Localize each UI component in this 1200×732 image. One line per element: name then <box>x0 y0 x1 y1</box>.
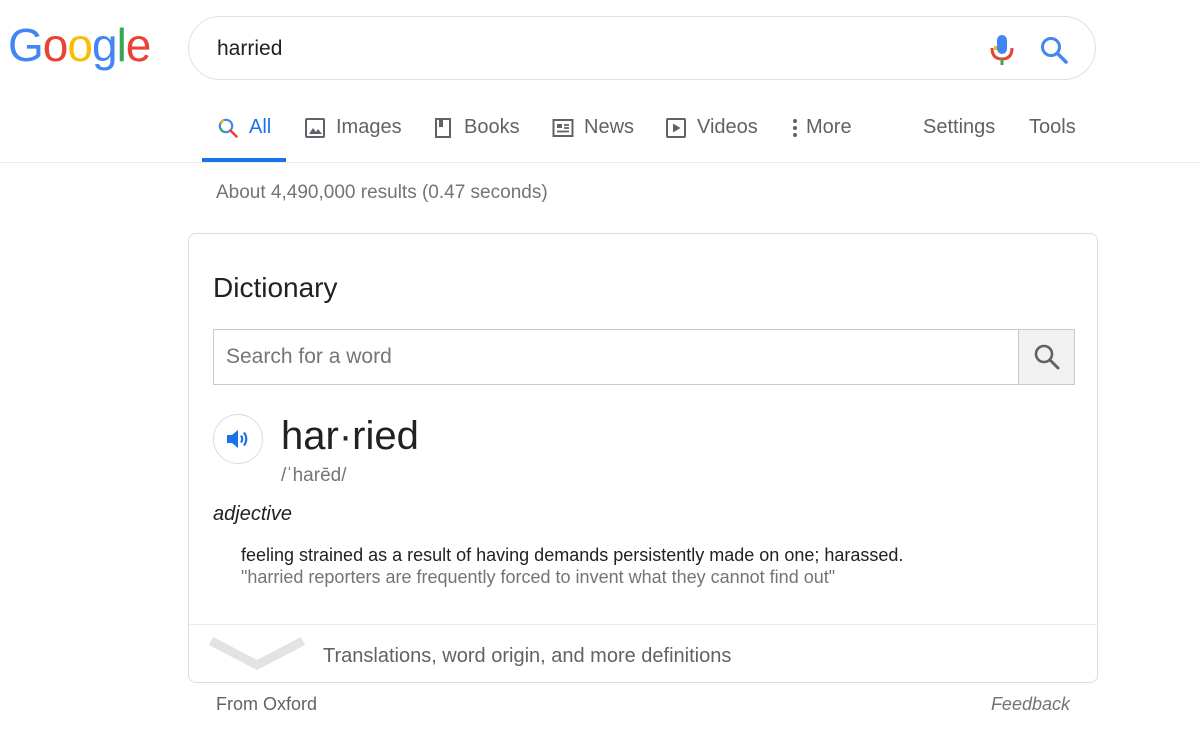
definition: feeling strained as a result of having d… <box>241 545 904 565</box>
dictionary-search-button[interactable] <box>1018 330 1074 384</box>
tab-videos[interactable]: Videos <box>665 116 758 162</box>
search-query[interactable]: harried <box>217 37 282 61</box>
settings-link[interactable]: Settings <box>923 116 995 162</box>
tab-label: Videos <box>697 116 758 138</box>
tools-label: Tools <box>1029 116 1076 138</box>
dictionary-search <box>213 329 1075 385</box>
tab-label: News <box>584 116 635 138</box>
logo-letter: o <box>42 19 69 71</box>
tab-images[interactable]: Images <box>304 116 402 162</box>
book-icon <box>435 118 451 138</box>
feedback-link[interactable]: Feedback <box>991 694 1070 715</box>
tools-link[interactable]: Tools <box>1029 116 1076 162</box>
phonetic-spelling: /ˈharēd/ <box>281 465 347 486</box>
tab-label: All <box>249 116 272 138</box>
play-icon <box>666 118 686 138</box>
pronunciation-button[interactable] <box>213 414 263 464</box>
newspaper-icon <box>552 119 574 137</box>
tab-label: Images <box>336 116 402 138</box>
tab-news[interactable]: News <box>552 116 634 162</box>
search-tabs: All Images Books News Videos More Settin… <box>0 104 1200 163</box>
tab-more[interactable]: More <box>790 116 852 162</box>
image-icon <box>305 118 325 138</box>
speaker-icon <box>227 430 248 448</box>
dictionary-title: Dictionary <box>213 272 338 303</box>
part-of-speech: adjective <box>213 503 292 525</box>
more-definitions-link[interactable]: Translations, word origin, and more defi… <box>323 645 731 668</box>
headword: har·ried <box>281 414 419 458</box>
logo-letter: o <box>67 19 93 71</box>
tab-label: Books <box>464 116 520 138</box>
chevron-down-icon[interactable] <box>209 637 305 671</box>
search-box[interactable]: harried <box>188 16 1096 80</box>
search-icon[interactable] <box>1039 35 1069 65</box>
search-icon <box>1034 344 1060 370</box>
microphone-icon[interactable] <box>989 33 1015 67</box>
source-attribution: From Oxford <box>216 694 318 714</box>
logo-letter: G <box>8 19 44 71</box>
logo-letter: g <box>91 19 118 71</box>
more-vertical-icon <box>793 119 797 137</box>
logo-letter: e <box>125 19 152 71</box>
tab-label: More <box>806 116 852 138</box>
search-icon <box>218 118 238 138</box>
dictionary-search-input[interactable] <box>214 330 1018 384</box>
tab-all[interactable]: All <box>202 116 286 162</box>
dictionary-card: Dictionary har·ried /ˈharēd/ adjective f… <box>188 233 1098 683</box>
result-stats: About 4,490,000 results (0.47 seconds) <box>216 182 548 203</box>
tab-books[interactable]: Books <box>432 116 520 162</box>
divider <box>189 624 1097 625</box>
usage-example: "harried reporters are frequently forced… <box>241 567 836 587</box>
settings-label: Settings <box>923 116 996 138</box>
logo-letter: l <box>116 19 127 71</box>
google-logo[interactable]: Google <box>8 19 152 71</box>
